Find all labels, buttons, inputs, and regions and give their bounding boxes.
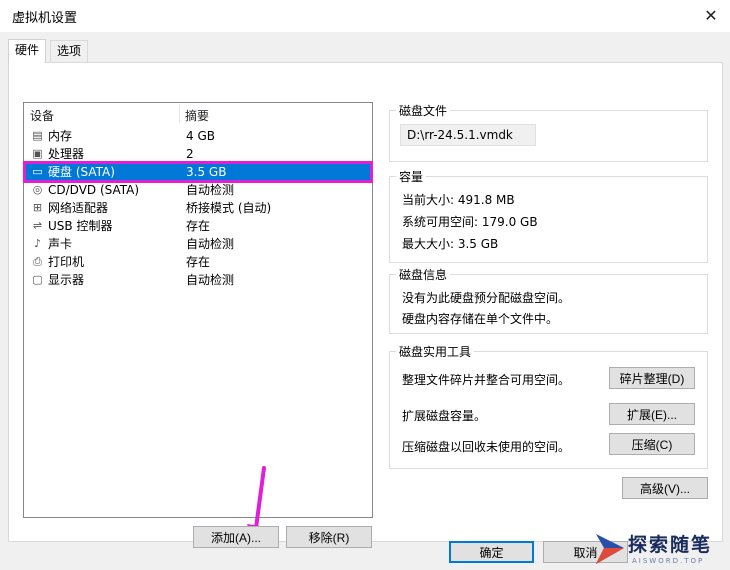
capacity-title: 容量 [396,168,427,185]
compact-button[interactable]: 压缩(C) [609,433,695,455]
device-row-printer[interactable]: ⎙ 打印机 存在 [25,253,371,271]
device-row-sound[interactable]: ♪ 声卡 自动检测 [25,235,371,253]
device-summary: 存在 [186,255,211,269]
disk-tools-title: 磁盘实用工具 [396,343,475,360]
disk-info-line2: 硬盘内容存储在单个文件中。 [402,312,559,326]
capacity-group: 容量 当前大小: 491.8 MB 系统可用空间: 179.0 GB 最大大小:… [389,168,708,263]
watermark-text: 探索随笔 [628,534,713,556]
device-summary: 4 GB [186,129,215,143]
usb-icon: ⇌ [32,219,43,232]
display-icon: ▢ [32,273,43,286]
device-name: USB 控制器 [48,219,113,233]
disk-info-group: 磁盘信息 没有为此硬盘预分配磁盘空间。 硬盘内容存储在单个文件中。 [389,266,708,334]
device-row-processor[interactable]: ▣ 处理器 2 [25,145,371,163]
expand-text: 扩展磁盘容量。 [402,409,487,423]
advanced-button[interactable]: 高级(V)... [622,477,708,499]
list-header: 设备 摘要 [24,103,372,125]
watermark: 探索随笔 AISWORD.TOP [590,528,730,570]
disk-info-title: 磁盘信息 [396,266,451,283]
tab-hardware[interactable]: 硬件 [8,39,47,63]
disk-tools-group: 磁盘实用工具 整理文件碎片并整合可用空间。 碎片整理(D) 扩展磁盘容量。 扩展… [389,343,708,469]
device-row-memory[interactable]: ▤ 内存 4 GB [25,127,371,145]
sound-icon: ♪ [33,237,42,250]
device-list[interactable]: 设备 摘要 ▤ 内存 4 GB ▣ 处理器 2 ▭ 硬盘 (SATA) 3.5 … [23,102,373,518]
network-icon: ⊞ [32,201,43,214]
device-summary: 桥接模式 (自动) [186,201,272,215]
device-row-cd-dvd[interactable]: ◎ CD/DVD (SATA) 自动检测 [25,181,371,199]
free-space-text: 系统可用空间: 179.0 GB [402,215,538,229]
device-name: 硬盘 (SATA) [48,165,115,179]
device-row-network[interactable]: ⊞ 网络适配器 桥接模式 (自动) [25,199,371,217]
device-name: 内存 [48,129,73,143]
hardware-panel: 设备 摘要 ▤ 内存 4 GB ▣ 处理器 2 ▭ 硬盘 (SATA) 3.5 … [8,62,723,548]
defrag-text: 整理文件碎片并整合可用空间。 [402,373,571,387]
device-row-usb[interactable]: ⇌ USB 控制器 存在 [25,217,371,235]
device-row-display[interactable]: ▢ 显示器 自动检测 [25,271,371,289]
column-separator[interactable] [179,105,180,123]
tab-options[interactable]: 选项 [50,40,89,62]
column-device[interactable]: 设备 [30,107,54,124]
current-size-text: 当前大小: 491.8 MB [402,193,515,207]
device-name: CD/DVD (SATA) [48,183,140,197]
device-name: 网络适配器 [48,201,109,215]
tab-options-label: 选项 [57,44,82,58]
cpu-icon: ▣ [32,147,43,160]
watermark-logo-icon [596,534,624,564]
close-icon[interactable]: ✕ [700,5,722,27]
ok-button[interactable]: 确定 [449,541,534,563]
remove-device-button[interactable]: 移除(R) [286,526,372,548]
device-summary: 自动检测 [186,183,235,197]
hard-disk-icon: ▭ [32,165,43,178]
cd-dvd-icon: ◎ [32,183,43,196]
device-name: 显示器 [48,273,85,287]
defragment-button[interactable]: 碎片整理(D) [609,367,695,389]
device-summary: 自动检测 [186,237,235,251]
device-summary: 存在 [186,219,211,233]
disk-file-path-field[interactable]: D:\rr-24.5.1.vmdk [400,124,536,146]
window-title: 虚拟机设置 [12,11,78,26]
title-bar: 虚拟机设置 ✕ [0,0,730,32]
add-device-button[interactable]: 添加(A)... [193,526,279,548]
device-name: 打印机 [48,255,85,269]
memory-icon: ▤ [32,129,43,142]
device-summary: 2 [186,147,194,161]
dialog-body: 硬件 选项 设备 摘要 ▤ 内存 4 GB ▣ 处理器 2 ▭ 硬盘 (SATA… [0,32,730,570]
device-row-hard-disk[interactable]: ▭ 硬盘 (SATA) 3.5 GB [23,161,373,183]
disk-info-line1: 没有为此硬盘预分配磁盘空间。 [402,291,571,305]
watermark-subtext: AISWORD.TOP [632,557,705,565]
column-summary[interactable]: 摘要 [185,107,209,124]
expand-button[interactable]: 扩展(E)... [609,403,695,425]
printer-icon: ⎙ [33,255,42,268]
device-name: 声卡 [48,237,73,251]
tab-hardware-label: 硬件 [15,43,40,57]
disk-file-group: 磁盘文件 D:\rr-24.5.1.vmdk [389,102,708,162]
device-summary: 3.5 GB [186,165,227,179]
compact-text: 压缩磁盘以回收未使用的空间。 [402,440,571,454]
device-summary: 自动检测 [186,273,235,287]
disk-file-title: 磁盘文件 [396,102,451,119]
device-name: 处理器 [48,147,85,161]
max-size-text: 最大大小: 3.5 GB [402,237,499,251]
